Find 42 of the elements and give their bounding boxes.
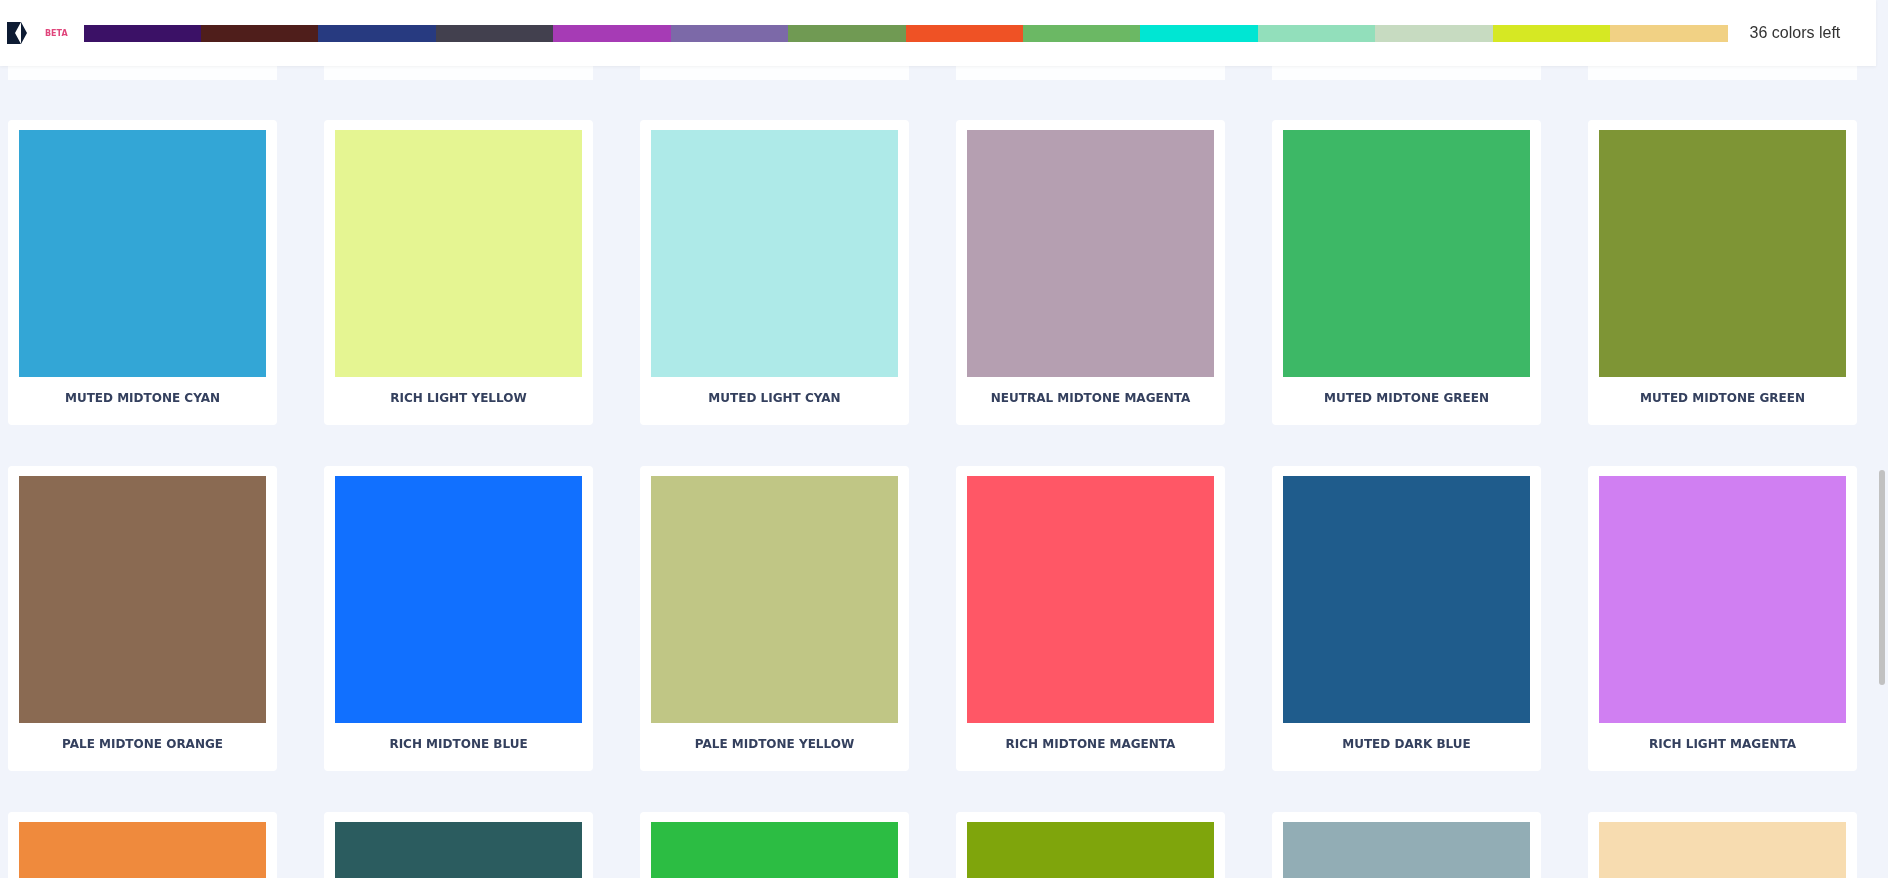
color-name: RICH LIGHT YELLOW (389, 391, 528, 405)
beta-label: BETA (45, 28, 68, 38)
color-card[interactable]: PALE MIDTONE ORANGE (8, 466, 277, 771)
color-card[interactable]: RICH LIGHT MAGENTA (1588, 466, 1857, 771)
color-card[interactable]: NEUTRAL MIDTONE MAGENTA (956, 120, 1225, 425)
color-card[interactable]: MUTED DARK BLUE (1272, 466, 1541, 771)
color-name: PALE MIDTONE ORANGE (61, 737, 224, 751)
color-card[interactable]: RICH LIGHT YELLOW (324, 120, 593, 425)
logo-icon[interactable] (7, 22, 27, 44)
colors-left-count: 36 colors left (1749, 24, 1841, 42)
color-name: RICH MIDTONE MAGENTA (1004, 737, 1177, 751)
color-name: MUTED MIDTONE CYAN (63, 391, 222, 405)
color-card[interactable]: PALE MIDTONE YELLOW (640, 466, 909, 771)
color-name: RICH MIDTONE BLUE (388, 737, 529, 751)
color-card[interactable]: MUTED MIDTONE GREEN (1272, 120, 1541, 425)
color-name: NEUTRAL MIDTONE MAGENTA (989, 391, 1192, 405)
color-name: MUTED LIGHT CYAN (707, 391, 842, 405)
color-card[interactable]: MUTED LIGHT CYAN (640, 120, 909, 425)
palette-swatch[interactable] (83, 24, 201, 42)
scrollbar-thumb[interactable] (1879, 470, 1885, 685)
color-name: RICH LIGHT MAGENTA (1648, 737, 1797, 751)
palette-swatch[interactable] (553, 24, 671, 42)
color-name: MUTED MIDTONE GREEN (1323, 391, 1490, 405)
palette-swatch[interactable] (435, 24, 554, 42)
color-name: MUTED DARK BLUE (1341, 737, 1472, 751)
palette-swatch[interactable] (788, 24, 906, 42)
color-name: MUTED MIDTONE GREEN (1639, 391, 1806, 405)
color-name: PALE MIDTONE YELLOW (693, 737, 856, 751)
palette-swatch[interactable] (1492, 24, 1611, 42)
palette-swatch[interactable] (670, 24, 789, 42)
color-card[interactable]: MUTED MIDTONE CYAN (8, 120, 277, 425)
palette-swatch[interactable] (1610, 24, 1728, 42)
color-card[interactable]: MUTED MIDTONE GREEN (1588, 120, 1857, 425)
palette-swatch[interactable] (1140, 24, 1258, 42)
palette-swatch[interactable] (318, 24, 436, 42)
color-card[interactable]: RICH MIDTONE BLUE (324, 466, 593, 771)
color-card[interactable]: RICH MIDTONE MAGENTA (956, 466, 1225, 771)
palette-swatch[interactable] (1022, 24, 1141, 42)
palette-swatch[interactable] (905, 24, 1023, 42)
palette-swatch[interactable] (1257, 24, 1376, 42)
palette-swatch[interactable] (201, 24, 319, 42)
palette-swatch[interactable] (1375, 24, 1493, 42)
